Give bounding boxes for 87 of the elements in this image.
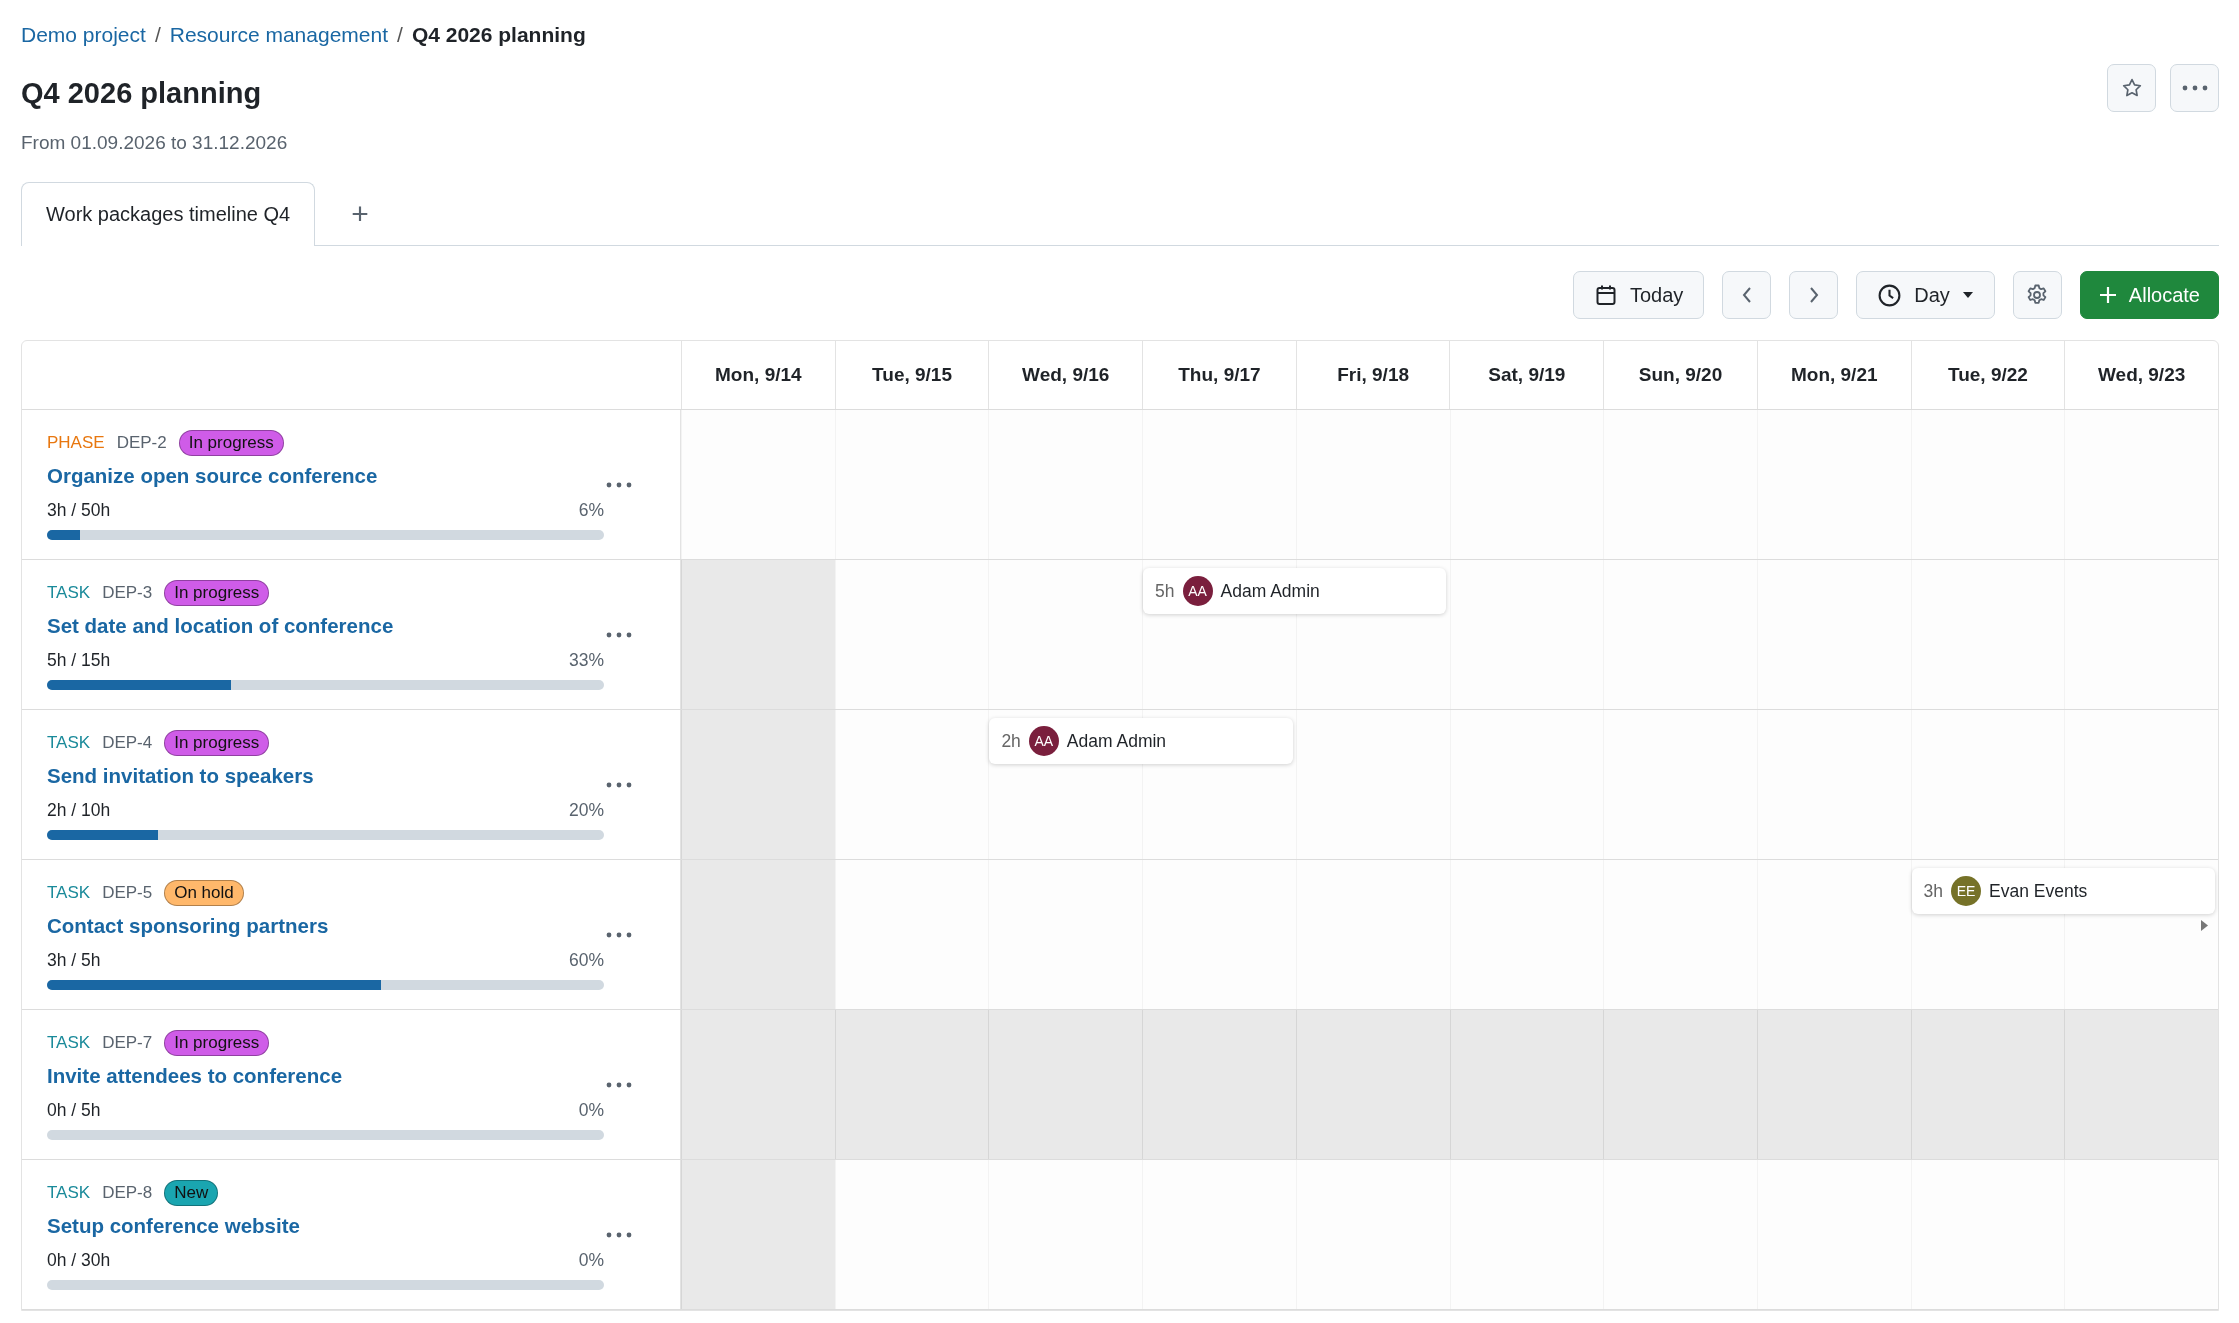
percent-text: 33% [568,649,604,671]
chevron-left-icon [1740,286,1753,304]
column-header: Sat, 9/19 [1449,341,1604,409]
work-package-id: DEP-8 [102,1182,153,1203]
work-package-link[interactable]: Send invitation to speakers [47,763,604,788]
work-package-link[interactable]: Organize open source conference [47,463,604,488]
more-button[interactable] [2170,64,2219,112]
favorite-button[interactable] [2107,64,2156,112]
more-icon [606,931,632,938]
hours-text: 0h / 5h [47,1099,101,1121]
caret-icon [1961,291,1974,299]
status-badge: On hold [164,879,244,906]
assignee-name: Evan Events [1989,880,2088,902]
allocate-button[interactable]: Allocate [2079,271,2219,319]
allocation-card[interactable]: 3h EE Evan Events [1911,868,2215,914]
today-button[interactable]: Today [1572,271,1705,319]
work-package-link[interactable]: Set date and location of conference [47,613,604,638]
view-dropdown[interactable]: Day [1856,271,1995,319]
more-icon [606,1231,632,1238]
plus-icon [2098,286,2117,304]
percent-text: 0% [578,1249,604,1271]
hours-text: 3h / 5h [47,949,101,971]
breadcrumb-separator: / [397,23,403,47]
status-badge: In progress [178,429,284,456]
more-icon [606,631,632,638]
clock-icon [1877,282,1903,308]
column-header: Mon, 9/21 [1756,341,1911,409]
column-header: Mon, 9/14 [681,341,835,409]
more-icon [606,781,632,788]
allocation-hours: 2h [1001,730,1021,752]
status-badge: In progress [164,1029,270,1056]
status-badge: New [164,1179,219,1206]
work-package-link[interactable]: Contact sponsoring partners [47,913,604,938]
column-header: Sun, 9/20 [1603,341,1757,409]
work-package-id: DEP-5 [102,882,153,903]
page-title: Q4 2026 planning [21,77,263,110]
type-label: TASK [47,582,91,603]
allocation-hours: 5h [1155,580,1175,602]
status-badge: In progress [164,579,270,606]
column-header: Tue, 9/15 [834,341,989,409]
status-badge: In progress [164,729,270,756]
avatar: EE [1951,876,1982,906]
more-icon [606,481,632,488]
settings-button[interactable] [2012,271,2062,319]
column-header: Fri, 9/18 [1295,341,1450,409]
work-package-link[interactable]: Setup conference website [47,1213,604,1238]
assignee-name: Adam Admin [1066,730,1167,752]
avatar: AA [1182,576,1213,606]
column-header: Tue, 9/22 [1910,341,2065,409]
allocation-card[interactable]: 5h AA Adam Admin [1143,568,1447,614]
hours-text: 5h / 15h [47,649,111,671]
breadcrumb-separator: / [154,23,161,47]
percent-text: 6% [578,499,604,521]
type-label: TASK [47,1182,91,1203]
date-range: From 01.09.2026 to 31.12.2026 [21,132,288,154]
work-package-id: DEP-4 [102,732,153,753]
percent-text: 60% [568,949,604,971]
more-icon [606,1081,632,1088]
expand-arrow-icon[interactable] [2201,920,2208,931]
type-label: TASK [47,882,91,903]
column-header: Wed, 9/23 [2064,341,2218,409]
hours-text: 0h / 30h [47,1249,111,1271]
breadcrumb-link[interactable]: Demo project [21,23,146,47]
assignee-name: Adam Admin [1220,580,1320,602]
allocation-card[interactable]: 2h AA Adam Admin [989,718,1293,764]
column-header: Thu, 9/17 [1142,341,1296,409]
work-package-id: DEP-3 [102,582,153,603]
star-icon [2120,77,2143,99]
breadcrumb-link[interactable]: Resource management [169,23,389,47]
more-icon [2181,85,2208,91]
column-header: Wed, 9/16 [988,341,1143,409]
work-package-id: DEP-2 [116,432,167,453]
tab[interactable]: Work packages timeline Q4 [21,182,316,247]
work-package-link[interactable]: Invite attendees to conference [47,1063,604,1088]
type-label: TASK [47,732,91,753]
percent-text: 0% [578,1099,604,1121]
hours-text: 2h / 10h [47,799,111,821]
percent-text: 20% [568,799,604,821]
type-label: PHASE [47,432,105,453]
breadcrumb-current: Q4 2026 planning [411,23,586,47]
allocation-hours: 3h [1923,880,1944,902]
add-tab-button[interactable]: + [345,195,375,232]
avatar: AA [1028,726,1059,756]
chevron-right-icon [1807,286,1820,304]
work-package-id: DEP-7 [102,1032,153,1053]
hours-text: 3h / 50h [47,499,111,521]
type-label: TASK [47,1032,91,1053]
